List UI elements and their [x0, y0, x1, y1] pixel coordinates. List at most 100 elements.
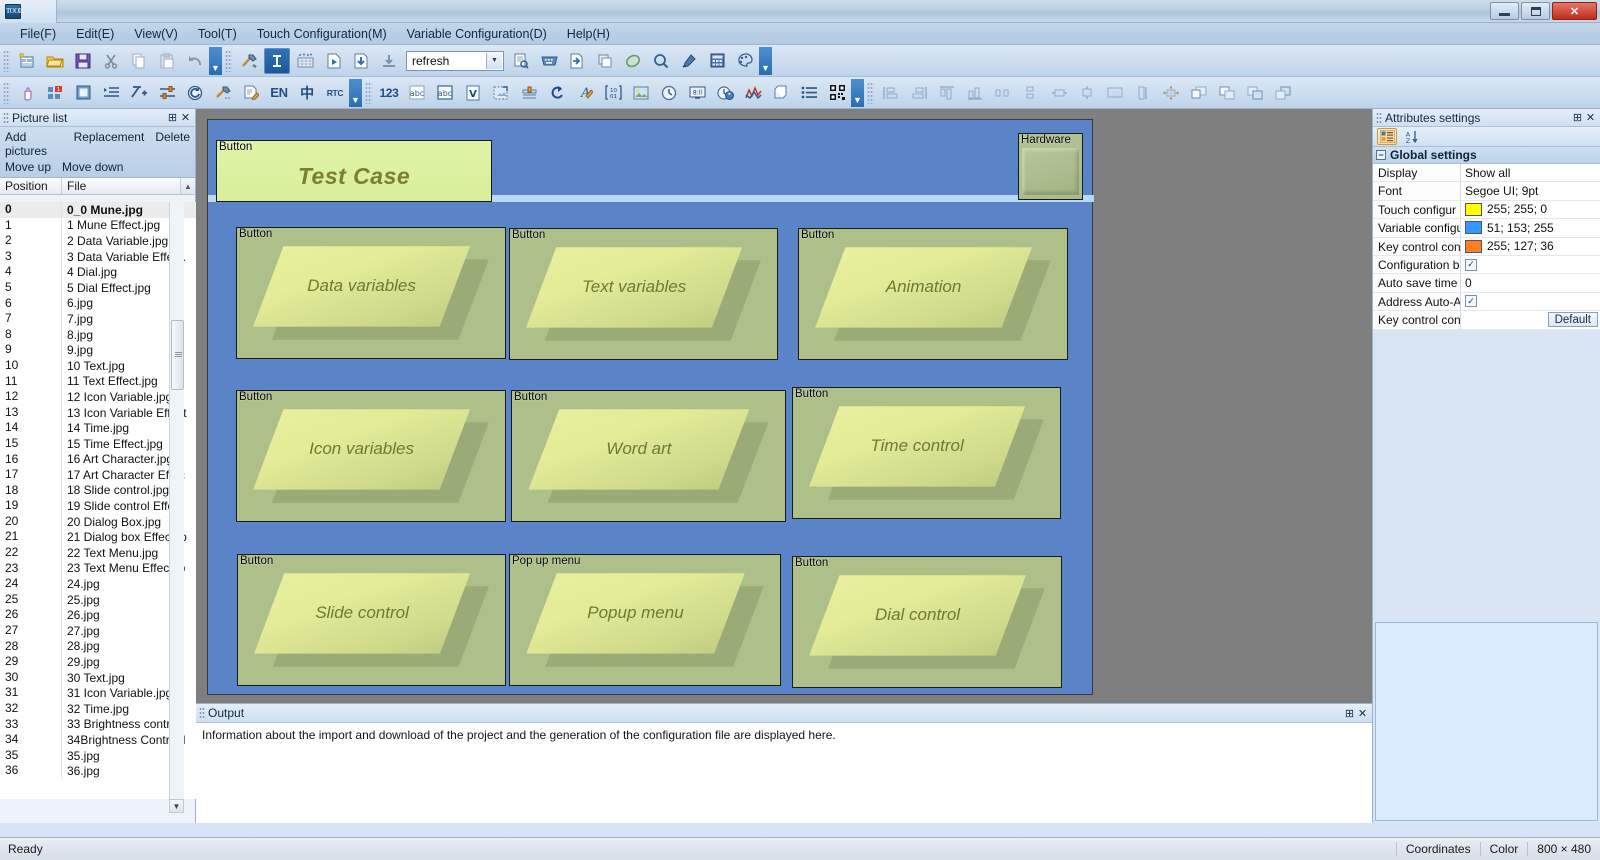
toolbar-overflow-button-3[interactable]: ▼ — [349, 79, 362, 107]
chart-icon[interactable] — [740, 80, 766, 106]
abc-icon[interactable]: abc — [404, 80, 430, 106]
data-variables-button[interactable]: ButtonData variables — [236, 227, 506, 359]
display-icon[interactable]: 8:ll — [684, 80, 710, 106]
checkbox[interactable]: ✓ — [1465, 259, 1477, 271]
attribute-row[interactable]: DisplayShow all — [1373, 164, 1600, 182]
gauge-icon[interactable] — [516, 80, 542, 106]
toolbar-grip[interactable] — [3, 82, 10, 104]
table-row[interactable]: 2222 Text Menu.jpg — [0, 545, 196, 561]
panel-grip[interactable] — [1376, 112, 1382, 124]
table-row[interactable]: 1212 Icon Variable.jpg — [0, 389, 196, 405]
time-control-button[interactable]: ButtonTime control — [792, 387, 1061, 519]
column-header-file[interactable]: File — [62, 178, 180, 194]
attribute-value[interactable]: Default — [1461, 312, 1600, 327]
refresh-combo[interactable]: refresh ▼ — [406, 51, 504, 71]
maximize-button[interactable] — [1521, 2, 1550, 20]
backward-icon[interactable] — [1270, 80, 1296, 106]
expander-icon[interactable]: − — [1376, 150, 1386, 160]
pin-icon[interactable]: ⊞ — [1571, 111, 1584, 125]
sort-alpha-icon[interactable]: AZ — [1401, 128, 1421, 145]
eraser-icon[interactable] — [620, 48, 646, 74]
loop-icon[interactable] — [544, 80, 570, 106]
close-button[interactable]: ✕ — [1552, 2, 1597, 20]
toolbar-grip[interactable] — [225, 50, 232, 72]
table-row[interactable]: 1010 Text.jpg — [0, 358, 196, 374]
toolbar-grip[interactable] — [365, 82, 372, 104]
menu-touch-configuration[interactable]: Touch Configuration(M) — [247, 24, 397, 44]
attribute-row[interactable]: Auto save time0 — [1373, 274, 1600, 292]
pointer-icon[interactable] — [14, 80, 40, 106]
menu-view[interactable]: View(V) — [124, 24, 188, 44]
tools-icon[interactable] — [210, 80, 236, 106]
close-icon[interactable]: ✕ — [179, 111, 192, 125]
abc-box-icon[interactable]: abc — [432, 80, 458, 106]
attribute-value[interactable]: ✓ — [1461, 295, 1600, 307]
toolbar-overflow-button[interactable]: ▼ — [209, 47, 222, 75]
scroll-down-button[interactable]: ▼ — [169, 799, 184, 813]
rotate-icon[interactable] — [182, 80, 208, 106]
table-row[interactable]: 2727.jpg — [0, 623, 196, 639]
add-pictures-button[interactable]: Add pictures — [4, 129, 64, 159]
chevron-down-icon[interactable]: ▼ — [486, 53, 502, 69]
chinese-icon[interactable]: 中 — [294, 80, 320, 106]
attribute-value[interactable]: ✓ — [1461, 259, 1600, 271]
table-row[interactable]: 3232 Time.jpg — [0, 701, 196, 717]
layers-icon[interactable] — [768, 80, 794, 106]
table-row[interactable]: 2929.jpg — [0, 654, 196, 670]
calculator-icon[interactable] — [704, 48, 730, 74]
toolbar-grip[interactable] — [3, 50, 10, 72]
align-right-icon[interactable] — [906, 80, 932, 106]
panel-grip[interactable] — [3, 112, 9, 124]
table-row[interactable]: 66.jpg — [0, 296, 196, 312]
table-row[interactable]: 2424.jpg — [0, 576, 196, 592]
slash-plus-icon[interactable] — [126, 80, 152, 106]
image-resize-icon[interactable] — [488, 80, 514, 106]
export-icon[interactable] — [564, 48, 590, 74]
color-swatch[interactable] — [1465, 221, 1482, 234]
zoom-icon[interactable] — [648, 48, 674, 74]
move-up-button[interactable]: Move up — [4, 159, 52, 175]
toolbar-overflow-button-4[interactable]: ▼ — [851, 79, 864, 107]
align-bottom-icon[interactable] — [962, 80, 988, 106]
table-row[interactable]: 2020 Dialog Box.jpg — [0, 514, 196, 530]
same-height-icon[interactable] — [1074, 80, 1100, 106]
replacement-button[interactable]: Replacement — [73, 129, 146, 159]
table-row[interactable]: 1111 Text Effect.jpg — [0, 374, 196, 390]
table-row[interactable]: 88.jpg — [0, 327, 196, 343]
art-font-icon[interactable]: A — [572, 80, 598, 106]
rtc-icon[interactable]: RTC — [322, 80, 348, 106]
icon-variables-button[interactable]: ButtonIcon variables — [236, 390, 506, 522]
touch-key-icon[interactable]: 1 — [42, 80, 68, 106]
column-header-position[interactable]: Position — [0, 178, 62, 194]
vscroll-thumb[interactable] — [171, 320, 184, 390]
text-insert-icon[interactable] — [264, 48, 290, 74]
attribute-row[interactable]: Variable configu51; 153; 255 — [1373, 219, 1600, 237]
same-width-icon[interactable] — [1046, 80, 1072, 106]
attribute-row[interactable]: Address Auto-A✓ — [1373, 293, 1600, 311]
table-row[interactable]: 33 Data Variable Effect. — [0, 249, 196, 265]
binary-icon[interactable]: 1001 — [600, 80, 626, 106]
table-row[interactable]: 77.jpg — [0, 311, 196, 327]
attribute-row[interactable]: Touch configur255; 255; 0 — [1373, 201, 1600, 219]
menu-help[interactable]: Help(H) — [557, 24, 620, 44]
frame-icon[interactable] — [70, 80, 96, 106]
v-variable-icon[interactable]: V — [460, 80, 486, 106]
table-row[interactable]: 1818 Slide control.jpg — [0, 483, 196, 499]
run-icon[interactable] — [320, 48, 346, 74]
picture-icon[interactable] — [628, 80, 654, 106]
copy-icon[interactable] — [126, 48, 152, 74]
dial-control-button[interactable]: ButtonDial control — [792, 556, 1062, 688]
list-icon[interactable] — [796, 80, 822, 106]
pin-icon[interactable]: ⊞ — [166, 111, 179, 125]
checkbox[interactable]: ✓ — [1465, 295, 1477, 307]
table-row[interactable]: 3535.jpg — [0, 748, 196, 764]
table-row[interactable]: 3333 Brightness control. — [0, 717, 196, 733]
move-down-button[interactable]: Move down — [61, 159, 124, 175]
title-button[interactable]: ButtonTest Case — [216, 140, 492, 202]
attribute-row[interactable]: Key control conDefault — [1373, 311, 1600, 329]
table-row[interactable]: 1717 Art Character Effec — [0, 467, 196, 483]
new-project-icon[interactable] — [14, 48, 40, 74]
attribute-value[interactable]: 51; 153; 255 — [1461, 221, 1600, 235]
table-row[interactable]: 3030 Text.jpg — [0, 670, 196, 686]
send-back-icon[interactable] — [1214, 80, 1240, 106]
